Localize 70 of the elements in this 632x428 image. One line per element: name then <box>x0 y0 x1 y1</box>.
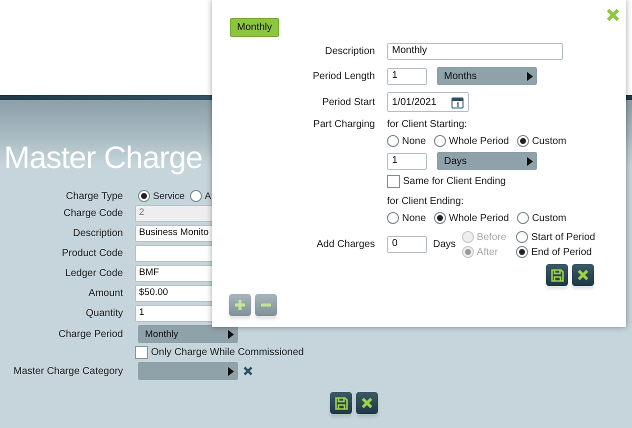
radio-option[interactable]: Start of Period <box>516 231 596 243</box>
select-field[interactable]: Monthly <box>138 325 238 343</box>
close-icon <box>577 269 589 281</box>
radio-option[interactable]: End of Period <box>516 246 596 258</box>
field-label: Part Charging <box>312 119 375 130</box>
field-label: Charge Type <box>64 190 123 202</box>
radio-option[interactable]: Whole Period <box>434 135 509 147</box>
input-field[interactable]: Monthly <box>387 43 563 60</box>
field-label: Add Charges <box>316 239 375 250</box>
field-label: Product Code <box>60 248 123 259</box>
checkbox[interactable]: Same for Client Ending <box>387 175 626 188</box>
section-heading: for Client Ending: <box>387 196 465 207</box>
radio-icon[interactable] <box>516 231 528 243</box>
field-label: Amount <box>88 288 123 299</box>
arrow-icon <box>527 72 533 80</box>
calendar-icon <box>451 96 464 108</box>
close-icon <box>243 366 253 376</box>
add-button[interactable] <box>229 294 251 316</box>
radio-icon[interactable] <box>516 135 529 147</box>
input-field[interactable]: 1 <box>387 68 427 84</box>
radio-icon[interactable] <box>434 212 446 224</box>
section-heading: for Client Starting: <box>387 119 468 130</box>
radio-option[interactable]: None <box>387 135 426 147</box>
period-tag[interactable]: Monthly <box>230 18 280 37</box>
save-button[interactable] <box>330 392 352 414</box>
arrow-icon <box>228 330 234 338</box>
field-label: Description <box>324 46 375 57</box>
remove-button[interactable] <box>255 294 277 316</box>
save-icon <box>334 396 348 410</box>
save-icon <box>550 268 564 282</box>
field-label: Description <box>72 228 123 239</box>
arrow-icon <box>527 156 533 166</box>
field-label: Ledger Code <box>64 268 123 279</box>
input-field[interactable]: 0 <box>387 236 427 253</box>
field-label: Period Start <box>321 96 375 108</box>
input-field[interactable]: 1 <box>387 152 427 170</box>
select-field[interactable] <box>138 362 238 380</box>
radio-icon[interactable] <box>434 135 446 147</box>
checkbox[interactable]: Only Charge While Commissioned <box>135 346 632 359</box>
radio-option[interactable]: Whole Period <box>434 212 509 224</box>
cancel-button[interactable] <box>572 264 594 286</box>
radio-icon[interactable] <box>387 212 399 224</box>
field-label: Charge Code <box>62 208 123 219</box>
cancel-button[interactable] <box>356 392 378 414</box>
radio-option[interactable]: A <box>190 190 212 202</box>
radio-icon[interactable] <box>138 190 150 202</box>
close-button[interactable] <box>606 8 620 22</box>
plus-icon <box>234 299 246 311</box>
radio-option[interactable]: Custom <box>516 212 566 224</box>
arrow-icon <box>228 366 234 376</box>
radio-option[interactable]: Service <box>138 190 185 202</box>
radio-icon[interactable] <box>516 212 529 224</box>
field-label: Charge Period <box>58 328 123 340</box>
save-button[interactable] <box>546 264 568 286</box>
radio-option[interactable]: Custom <box>516 135 566 147</box>
select-field[interactable]: Months <box>437 67 537 85</box>
close-icon <box>361 397 373 409</box>
field-label: Quantity <box>84 308 123 319</box>
field-label: Period Length <box>312 70 375 82</box>
field-label: Master Charge Category <box>12 366 123 376</box>
radio-icon[interactable] <box>387 135 399 147</box>
close-icon <box>606 8 620 22</box>
radio-icon[interactable] <box>190 190 202 202</box>
clear-button[interactable] <box>243 366 253 376</box>
radio-option[interactable]: None <box>387 212 426 224</box>
date-field[interactable]: 1/01/2021 <box>387 92 469 112</box>
radio-icon[interactable] <box>516 246 528 258</box>
unit-label: Days <box>433 239 456 250</box>
select-field[interactable]: Days <box>437 152 537 170</box>
page-title: Master Charge <box>4 139 203 177</box>
